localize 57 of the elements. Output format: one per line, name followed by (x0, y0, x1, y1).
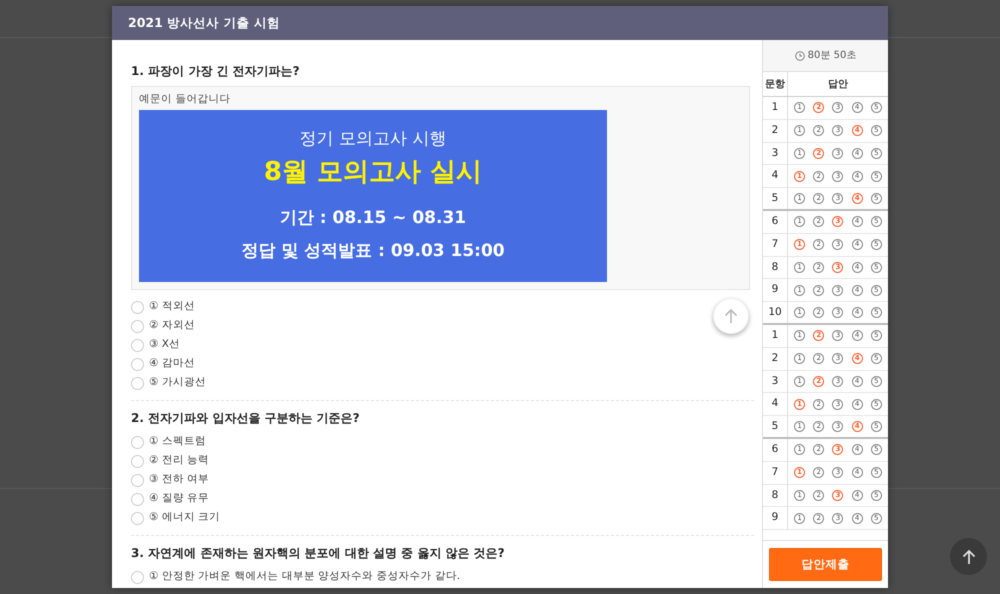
option-label[interactable]: ② 전리 능력 (149, 453, 210, 470)
question-number: 6 (763, 210, 788, 233)
option-label[interactable]: ① 적외선 (149, 299, 195, 316)
radio-button[interactable] (131, 358, 144, 371)
column-header: 문항 (763, 72, 788, 96)
option-label[interactable]: ③ X선 (149, 337, 180, 354)
timer-text: 80분 50초 (808, 49, 856, 63)
radio-button[interactable] (131, 570, 144, 584)
option-label[interactable]: ④ 질량 유무 (149, 491, 210, 508)
option-label[interactable]: ① 안정한 가벼운 핵에서는 대부분 양성자수와 중성자수가 같다. (149, 569, 460, 586)
question-number: 8 (763, 484, 788, 506)
question-title: 3. 자연계에 존재하는 원자핵의 분포에 대한 설명 중 옳지 않은 것은? (131, 544, 506, 562)
question-number: 8 (763, 256, 788, 278)
question-number: 1 (763, 324, 788, 347)
arrow-up-icon (724, 308, 738, 324)
option-label[interactable]: ③ 전하 여부 (149, 472, 210, 488)
radio-button[interactable] (131, 376, 144, 390)
question-title: 1. 파장이 가장 긴 전자기파는? (131, 63, 301, 80)
question-title: 2. 전자기파와 입자선을 구분하는 기준은? (131, 410, 361, 427)
banner-subtitle: 정기 모의고사 시행 (300, 128, 446, 151)
question-number: 6 (763, 438, 788, 461)
banner-headline: 8월 모의고사 실시 (264, 156, 482, 188)
column-header: 답안 (827, 78, 849, 92)
option-label[interactable]: ④ 감마선 (149, 356, 195, 372)
option-label[interactable]: ⑤ 에너지 크기 (149, 510, 220, 526)
banner-result-date: 정답 및 성적발표 : 09.03 15:00 (241, 240, 505, 263)
modal-title: 2021 방사선사 기출 시험 (112, 6, 888, 40)
passage-caption: 예문이 들어갑니다 (139, 92, 232, 107)
radio-button[interactable] (131, 492, 144, 506)
question-number: 5 (763, 416, 788, 437)
question-number: 9 (763, 507, 788, 530)
question-number: 7 (763, 234, 788, 256)
radio-button[interactable] (131, 320, 144, 333)
scroll-top-button[interactable] (950, 538, 987, 575)
question-number: 3 (763, 142, 788, 164)
option-label[interactable]: ⑤ 가시광선 (149, 375, 206, 392)
question-number: 2 (763, 120, 788, 142)
option-label[interactable]: ② 자외선 (149, 318, 195, 334)
question-number: 1 (763, 97, 788, 119)
radio-button[interactable] (131, 512, 144, 525)
radio-button[interactable] (131, 300, 144, 314)
question-number: 7 (763, 462, 788, 484)
banner-period: 기간 : 08.15 ~ 08.31 (280, 206, 466, 230)
clock-icon (794, 50, 805, 60)
question-number: 4 (763, 165, 788, 188)
question-number: 9 (763, 279, 788, 302)
radio-button[interactable] (131, 436, 144, 449)
question-number: 10 (763, 302, 788, 323)
question-number: 4 (763, 393, 788, 416)
option-label[interactable]: ① 스펙트럼 (149, 434, 206, 450)
question-number: 5 (763, 188, 788, 209)
radio-button[interactable] (131, 338, 144, 352)
question-number: 3 (763, 370, 788, 392)
arrow-up-icon (962, 548, 976, 564)
radio-button[interactable] (131, 454, 144, 468)
question-number: 2 (763, 348, 788, 370)
radio-button[interactable] (131, 474, 144, 487)
